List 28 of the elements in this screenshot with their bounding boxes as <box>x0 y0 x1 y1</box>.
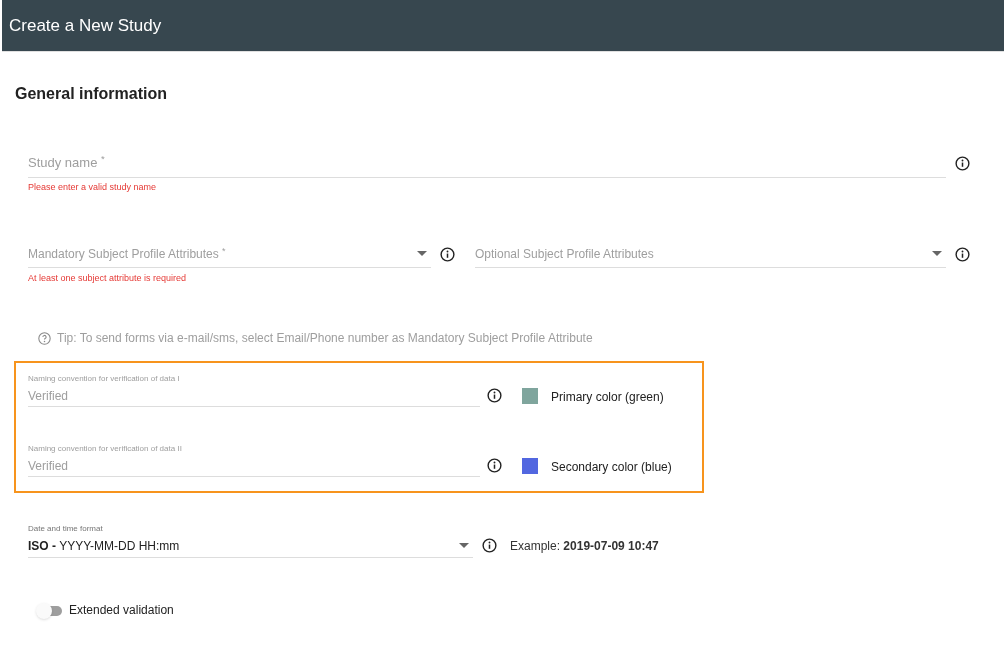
info-icon[interactable] <box>487 458 502 473</box>
info-icon[interactable] <box>482 538 497 553</box>
verification-name-field[interactable]: Naming convention for verification of data II Verified <box>28 443 480 477</box>
error-message: Please enter a valid study name <box>28 181 158 194</box>
mandatory-attributes-select[interactable]: Mandatory Subject Profile Attributes $^{*}$ <box>28 241 431 268</box>
study-name-field[interactable]: Study name $^{*}$ <box>28 149 946 178</box>
color-swatch[interactable] <box>522 458 538 474</box>
error-message: At least one subject attribute is required <box>28 271 188 285</box>
date-format-select[interactable]: Date and time format ISO - YYYY-MM-DD HH:mm <box>28 523 473 558</box>
color-label: Secondary color (blue) <box>551 459 672 476</box>
caret-icon <box>459 543 469 549</box>
example-text: Example: 2019-07-09 10:47 <box>510 538 659 555</box>
color-swatch[interactable] <box>522 388 538 404</box>
help-icon <box>38 331 51 345</box>
section-title: General information <box>15 84 169 104</box>
color-label: Primary color (green) <box>551 389 664 406</box>
verification-name-field[interactable]: Naming convention for verification of data I Verified <box>28 373 480 407</box>
info-icon[interactable] <box>955 247 970 262</box>
info-icon[interactable] <box>955 156 970 171</box>
tip-text: Tip: To send forms via e-mail/sms, select Email/Phone number as Mandatory Subject Profile Attribute <box>57 330 593 347</box>
info-icon[interactable] <box>487 388 502 403</box>
toggle-switch[interactable] <box>36 603 62 617</box>
page-title: Create a New Study <box>9 14 162 37</box>
info-icon[interactable] <box>440 247 455 262</box>
caret-icon <box>932 251 942 257</box>
caret-icon <box>417 251 427 257</box>
optional-attributes-select[interactable]: Optional Subject Profile Attributes <box>475 241 946 268</box>
toggle-label: Extended validation <box>69 602 174 619</box>
